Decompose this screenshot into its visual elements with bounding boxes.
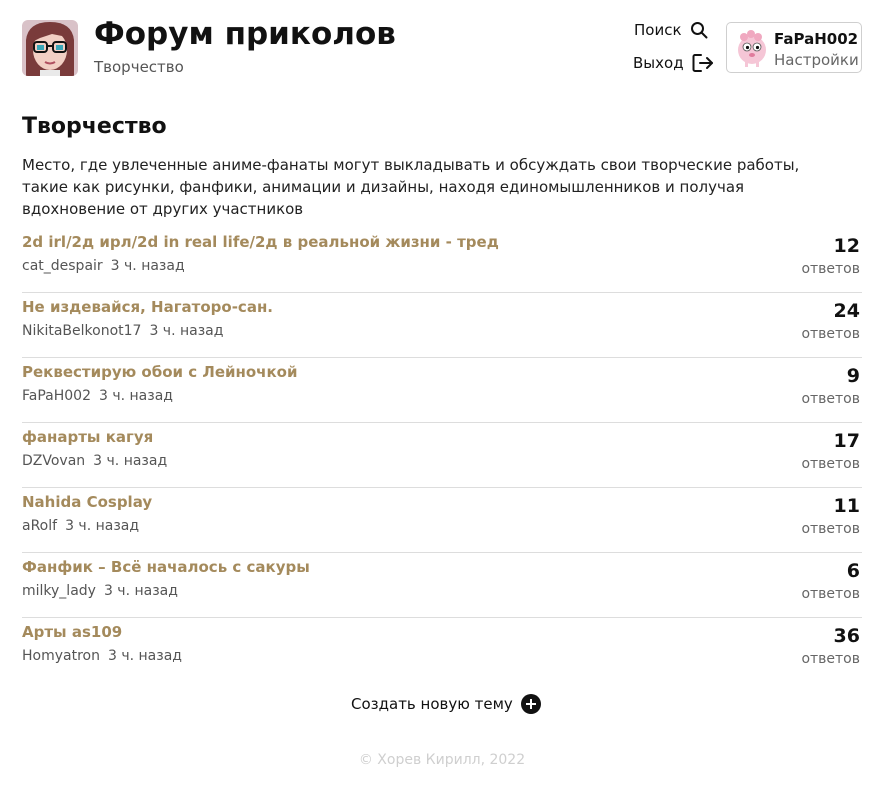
topic-title-link[interactable]: 2d irl/2д ирл/2d in real life/2д в реаль… bbox=[22, 233, 499, 251]
create-topic-label: Создать новую тему bbox=[351, 695, 513, 713]
topic-row: Фанфик – Всё началось с сакуры milky_lad… bbox=[22, 553, 862, 618]
topic-time: 3 ч. назад bbox=[110, 258, 185, 274]
settings-link[interactable]: Настройки bbox=[774, 51, 859, 69]
topic-row: Nahida Cosplay aRolf 3 ч. назад 11 ответо… bbox=[22, 488, 862, 553]
topic-row: 2d irl/2д ирл/2d in real life/2д в реаль… bbox=[22, 228, 862, 293]
reply-count-label: ответов bbox=[801, 586, 860, 602]
create-topic-button[interactable]: Создать новую тему bbox=[351, 694, 541, 714]
topic-title-link[interactable]: Фанфик – Всё началось с сакуры bbox=[22, 558, 310, 576]
plus-circle-icon bbox=[520, 694, 541, 714]
search-label: Поиск bbox=[634, 21, 682, 39]
site-subtitle: Творчество bbox=[94, 58, 184, 76]
logout-icon bbox=[692, 54, 713, 72]
reply-count: 12 bbox=[833, 235, 860, 257]
reply-count: 36 bbox=[833, 625, 860, 647]
search-link[interactable]: Поиск bbox=[634, 21, 708, 39]
topic-title-link[interactable]: фанарты кагуя bbox=[22, 428, 153, 446]
search-icon bbox=[690, 22, 708, 39]
topic-row: Реквестирую обои с Лейночкой FaPaH002 3 ч… bbox=[22, 358, 862, 423]
reply-count-label: ответов bbox=[801, 456, 860, 472]
topic-time: 3 ч. назад bbox=[149, 323, 224, 339]
topic-title-link[interactable]: Реквестирую обои с Лейночкой bbox=[22, 363, 297, 381]
topic-row: Не издевайся, Нагаторо-сан. NikitaBelkon… bbox=[22, 293, 862, 358]
reply-count-label: ответов bbox=[801, 651, 860, 667]
topic-title-link[interactable]: Не издевайся, Нагаторо-сан. bbox=[22, 298, 273, 316]
topic-author[interactable]: NikitaBelkonot17 bbox=[22, 323, 141, 339]
reply-count-label: ответов bbox=[801, 521, 860, 537]
topic-author[interactable]: DZVovan bbox=[22, 453, 85, 469]
reply-count: 17 bbox=[833, 430, 860, 452]
topic-row: фанарты кагуя DZVovan 3 ч. назад 17 ответ… bbox=[22, 423, 862, 488]
topic-author[interactable]: cat_despair bbox=[22, 258, 103, 274]
topic-time: 3 ч. назад bbox=[93, 453, 168, 469]
topic-title-link[interactable]: Арты as109 bbox=[22, 623, 122, 641]
reply-count: 9 bbox=[846, 365, 860, 387]
header: Форум приколов Творчество Поиск Выход Fa… bbox=[0, 0, 884, 100]
section-title: Творчество bbox=[22, 114, 167, 139]
logo[interactable] bbox=[22, 20, 78, 76]
topic-meta: milky_lady 3 ч. назад bbox=[22, 583, 178, 599]
reply-count-label: ответов bbox=[801, 391, 860, 407]
anime-girl-avatar-icon bbox=[22, 20, 78, 76]
topic-meta: DZVovan 3 ч. назад bbox=[22, 453, 167, 469]
topic-time: 3 ч. назад bbox=[103, 583, 178, 599]
topic-time: 3 ч. назад bbox=[65, 518, 140, 534]
footer-copyright: © Хорев Кирилл, 2022 bbox=[358, 752, 526, 768]
topic-author[interactable]: milky_lady bbox=[22, 583, 96, 599]
logout-label: Выход bbox=[633, 54, 684, 72]
topic-list: 2d irl/2д ирл/2d in real life/2д в реаль… bbox=[22, 228, 862, 683]
topic-row: Арты as109 Homyatron 3 ч. назад 36 ответо… bbox=[22, 618, 862, 683]
reply-count-label: ответов bbox=[801, 261, 860, 277]
user-card[interactable]: FaPaH002 Настройки bbox=[726, 22, 862, 73]
topic-author[interactable]: FaPaH002 bbox=[22, 388, 91, 404]
topic-meta: aRolf 3 ч. назад bbox=[22, 518, 139, 534]
section-description: Место, где увлеченные аниме-фанаты могут… bbox=[22, 156, 800, 218]
logout-link[interactable]: Выход bbox=[633, 53, 714, 73]
topic-title-link[interactable]: Nahida Cosplay bbox=[22, 493, 152, 511]
reply-count: 24 bbox=[833, 300, 860, 322]
reply-count: 11 bbox=[833, 495, 860, 517]
user-name: FaPaH002 bbox=[774, 30, 859, 48]
topic-time: 3 ч. назад bbox=[107, 648, 182, 664]
reply-count: 6 bbox=[846, 560, 860, 582]
topic-meta: Homyatron 3 ч. назад bbox=[22, 648, 182, 664]
topic-author[interactable]: Homyatron bbox=[22, 648, 100, 664]
topic-meta: FaPaH002 3 ч. назад bbox=[22, 388, 173, 404]
user-avatar-icon bbox=[738, 30, 766, 67]
topic-author[interactable]: aRolf bbox=[22, 518, 57, 534]
site-title[interactable]: Форум приколов bbox=[94, 16, 396, 52]
reply-count-label: ответов bbox=[801, 326, 860, 342]
topic-meta: cat_despair 3 ч. назад bbox=[22, 258, 185, 274]
topic-meta: NikitaBelkonot17 3 ч. назад bbox=[22, 323, 223, 339]
topic-time: 3 ч. назад bbox=[99, 388, 173, 404]
